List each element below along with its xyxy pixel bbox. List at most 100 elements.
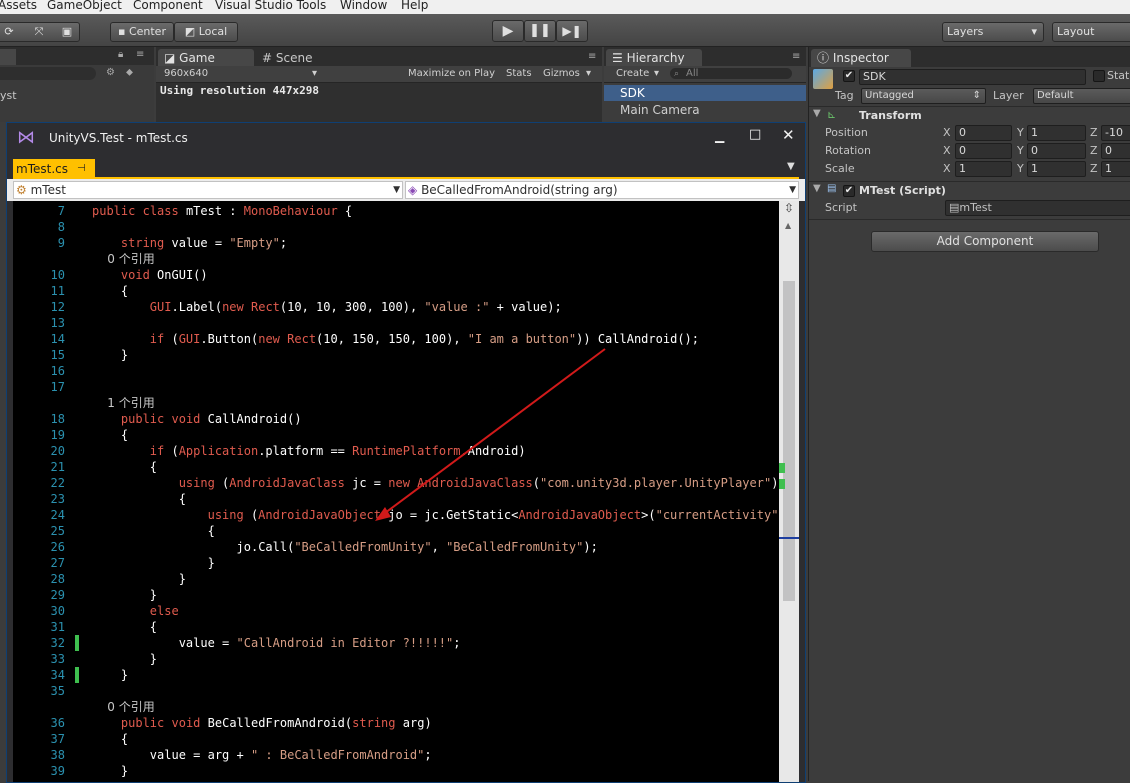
dropdown-arrow-icon: ⇕ [972, 90, 981, 101]
rotation-z-field[interactable]: 0 [1101, 143, 1130, 159]
local-icon: ◩ [184, 25, 199, 38]
scale-x-field[interactable]: 1 [955, 161, 1012, 177]
tab-inspector[interactable]: ⓘ Inspector [811, 49, 911, 67]
minimize-icon[interactable]: ▁ [715, 129, 724, 143]
script-enabled-checkbox[interactable]: ✔ [843, 185, 855, 197]
axis-z-label: Z [1090, 126, 1098, 139]
layers-label: Layers [947, 25, 984, 38]
hierarchy-search-input[interactable]: ⌕ All [670, 68, 792, 79]
gizmos-dropdown[interactable]: Gizmos [543, 66, 580, 82]
vertical-scrollbar[interactable]: ⇳ ▲ [779, 201, 799, 782]
position-x-field[interactable]: 0 [955, 125, 1012, 141]
stats-toggle[interactable]: Stats [506, 66, 532, 82]
scale-y-field[interactable]: 1 [1027, 161, 1086, 177]
scale-tool-icon[interactable]: ⤧ [29, 23, 49, 41]
pivot-center-button[interactable]: ▪ Center [110, 22, 174, 42]
game-view: Using resolution 447x298 [156, 83, 602, 122]
tab-mtest-cs[interactable]: mTest.cs ⊣ [13, 159, 95, 179]
menu-help[interactable]: Help [401, 0, 428, 11]
rotation-x-field[interactable]: 0 [955, 143, 1012, 159]
menu-assets[interactable]: Assets [0, 0, 37, 11]
position-y-field[interactable]: 1 [1027, 125, 1086, 141]
tab-overflow-arrow-icon[interactable]: ▼ [787, 161, 795, 172]
tab-scene[interactable]: # Scene [256, 49, 342, 67]
resolution-select[interactable]: 960x640 [164, 66, 208, 82]
hierarchy-item-main-camera[interactable]: Main Camera [604, 102, 806, 118]
scene-icon: # [262, 51, 276, 65]
panel-menu-icon[interactable]: ≡ [136, 49, 144, 60]
maximize-icon[interactable]: □ [749, 127, 761, 142]
pivot-local-button[interactable]: ◩ Local [174, 22, 238, 42]
axis-y-label: Y [1017, 126, 1024, 139]
transform-header[interactable]: ▼ ⊾ Transform [809, 108, 1130, 124]
play-button[interactable]: ▶ [492, 20, 524, 42]
layer-label: Layer [993, 89, 1024, 102]
tag-icon[interactable]: ⬥ [126, 67, 133, 78]
script-object-field[interactable]: ▤mTest [945, 200, 1130, 216]
lock-icon[interactable]: 🔒︎ [118, 49, 123, 60]
play-icon: ▶ [502, 23, 514, 39]
create-dropdown[interactable]: Create [616, 66, 649, 82]
panel-menu-icon[interactable]: ≡ [792, 51, 800, 62]
script-component-title: MTest (Script) [859, 184, 946, 197]
hierarchy-item-label: SDK [620, 86, 645, 100]
class-navigator-dropdown[interactable]: ⚙ mTest ▼ [13, 181, 403, 199]
layer-value: Default [1037, 90, 1074, 101]
game-tabstrip: ◪ Game # Scene ≡ [156, 47, 602, 67]
tag-dropdown[interactable]: Untagged ⇕ [861, 88, 986, 104]
tab-game[interactable]: ◪ Game [158, 49, 254, 67]
code-editor[interactable]: 7 8 9 10 11 12 13 14 15 16 17 18 19 20 21 22 23 24 25 26 27 2… [13, 201, 779, 782]
split-editor-icon[interactable]: ⇳ [784, 201, 794, 215]
rotation-y-field[interactable]: 0 [1027, 143, 1086, 159]
project-item-partial[interactable]: yst [0, 89, 17, 102]
maximize-on-play-toggle[interactable]: Maximize on Play [408, 66, 495, 82]
dropdown-arrow-icon: ▾ [654, 68, 660, 79]
scroll-up-arrow-icon[interactable]: ▲ [785, 221, 791, 230]
scale-label: Scale [825, 162, 855, 175]
filter-icon[interactable]: ⚙ [106, 67, 115, 78]
project-search-input[interactable] [0, 67, 96, 80]
position-z-field[interactable]: -10 [1101, 125, 1130, 141]
panel-menu-icon[interactable]: ≡ [588, 51, 596, 62]
rotate-tool-icon[interactable]: ⟳ [0, 23, 19, 41]
transform-tools: ⟳ ⤧ ▣ [0, 22, 80, 42]
tag-label: Tag [835, 89, 854, 102]
static-checkbox[interactable] [1093, 70, 1105, 82]
add-component-button[interactable]: Add Component [871, 231, 1099, 252]
close-icon[interactable]: ✕ [782, 126, 795, 144]
layout-dropdown[interactable]: Layout [1052, 22, 1130, 42]
scrollbar-thumb[interactable] [783, 281, 795, 601]
menu-gameobject[interactable]: GameObject [47, 0, 122, 11]
pin-icon[interactable]: ⊣ [77, 159, 86, 179]
scale-z-field[interactable]: 1 [1101, 161, 1130, 177]
transform-icon: ⊾ [827, 108, 837, 121]
script-component-header[interactable]: ▼ ▤ ✔ MTest (Script) [809, 183, 1130, 199]
tab-hierarchy[interactable]: ☰ Hierarchy [606, 49, 702, 67]
object-name-input[interactable]: SDK [859, 69, 1086, 85]
hierarchy-icon: ☰ [612, 51, 627, 65]
change-marker [779, 463, 785, 473]
vs-titlebar: ⋈ UnityVS.Test - mTest.cs ▁ □ ✕ [7, 123, 805, 153]
active-checkbox[interactable]: ✔ [843, 70, 855, 82]
caret-position-marker [779, 537, 799, 539]
inspector-tabstrip: ⓘ Inspector [809, 47, 1130, 67]
rect-tool-icon[interactable]: ▣ [57, 23, 77, 41]
foldout-arrow-icon: ▼ [813, 108, 821, 119]
project-tab[interactable] [0, 49, 16, 65]
hierarchy-item-sdk[interactable]: SDK [604, 85, 806, 101]
dropdown-arrow-icon: ▼ [789, 185, 796, 195]
member-navigator-value: BeCalledFromAndroid(string arg) [421, 183, 618, 197]
member-navigator-dropdown[interactable]: ◈ BeCalledFromAndroid(string arg) ▼ [405, 181, 799, 199]
layer-dropdown[interactable]: Default [1033, 88, 1130, 104]
class-navigator-value: mTest [30, 183, 66, 197]
menu-component[interactable]: Component [133, 0, 203, 11]
layers-dropdown[interactable]: Layers ▾ [942, 22, 1044, 42]
dropdown-arrow-icon: ▾ [586, 68, 592, 79]
menu-window[interactable]: Window [340, 0, 387, 11]
menu-visual-studio-tools[interactable]: Visual Studio Tools [215, 0, 326, 11]
script-value: mTest [959, 201, 992, 214]
layout-label: Layout [1057, 25, 1095, 38]
step-button[interactable]: ▶❚ [556, 20, 588, 42]
script-icon: ▤ [827, 183, 837, 194]
pause-button[interactable]: ❚❚ [524, 20, 556, 42]
